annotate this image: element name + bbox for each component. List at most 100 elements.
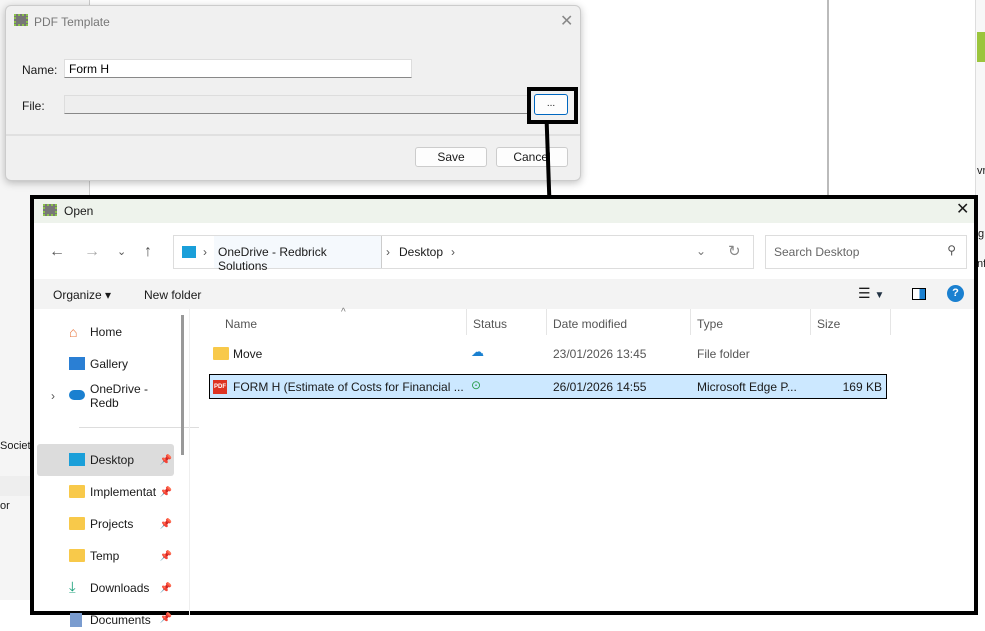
separator — [546, 309, 547, 335]
separator — [6, 134, 580, 136]
recent-chevron-icon[interactable]: ⌄ — [117, 245, 126, 258]
expand-chevron-icon[interactable]: › — [51, 389, 55, 403]
pane-divider — [189, 309, 190, 615]
nav-item-temp[interactable]: Temp 📌 — [37, 540, 174, 572]
nav-label: Downloads — [90, 581, 150, 595]
file-size: 169 KB — [842, 380, 882, 394]
help-icon[interactable]: ? — [947, 285, 964, 302]
organize-button[interactable]: Organize ▾ — [53, 288, 111, 302]
documents-icon — [70, 613, 82, 627]
cancel-button[interactable]: Cancel — [496, 147, 568, 167]
up-icon[interactable]: ↑ — [144, 243, 152, 261]
column-type[interactable]: Type — [697, 317, 723, 331]
browse-button[interactable]: ... — [534, 94, 568, 115]
pdf-template-dialog: PDF Template ✕ Name: File: ... Save Canc… — [5, 5, 581, 181]
bg-text: g — [978, 228, 985, 240]
forward-icon[interactable]: → — [84, 243, 100, 261]
nav-item-desktop[interactable]: Desktop 📌 — [37, 444, 174, 476]
nav-label: Temp — [90, 549, 120, 563]
cloud-status-icon: ☁ — [471, 344, 484, 359]
file-type: File folder — [697, 347, 750, 361]
pin-icon[interactable]: 📌 — [160, 613, 172, 624]
pin-icon[interactable]: 📌 — [160, 487, 172, 498]
brand-bar — [977, 32, 985, 62]
nav-label: Home — [90, 325, 123, 339]
pin-icon[interactable]: 📌 — [160, 455, 172, 466]
column-status[interactable]: Status — [473, 317, 507, 331]
nav-item-documents[interactable]: Documents 📌 — [37, 605, 174, 631]
preview-pane-icon[interactable] — [912, 288, 926, 300]
chevron-down-icon[interactable]: ⌄ — [696, 244, 706, 258]
file-row[interactable]: Move ☁ 23/01/2026 13:45 File folder — [209, 341, 887, 366]
separator — [466, 309, 467, 335]
pin-icon[interactable]: 📌 — [160, 519, 172, 530]
download-icon: ⤓ — [69, 579, 76, 596]
back-icon[interactable]: ← — [49, 243, 65, 261]
chevron-right-icon: › — [386, 245, 390, 259]
pin-icon[interactable]: 📌 — [160, 583, 172, 594]
address-bar[interactable]: › OneDrive - Redbrick Solutions › Deskto… — [173, 235, 754, 273]
close-icon[interactable]: ✕ — [560, 11, 573, 31]
file-label: File: — [22, 99, 45, 113]
nav-label: Documents — [90, 613, 151, 627]
dialog-title: Open — [64, 204, 94, 218]
bg-strip — [0, 476, 30, 496]
separator — [890, 309, 891, 335]
nav-item-implementat[interactable]: Implementat 📌 — [37, 476, 174, 508]
nav-label: Implementat — [90, 485, 157, 499]
file-name: FORM H (Estimate of Costs for Financial … — [233, 380, 464, 394]
file-type: Microsoft Edge P... — [697, 380, 797, 394]
view-options-icon[interactable]: ☰ ▼ — [858, 285, 884, 302]
file-date: 23/01/2026 13:45 — [553, 347, 647, 361]
nav-item-onedrive[interactable]: › OneDrive - Redb — [37, 380, 174, 412]
scrollbar[interactable] — [181, 315, 184, 455]
file-row-selected[interactable]: PDF FORM H (Estimate of Costs for Financ… — [209, 374, 887, 399]
toolbar: Organize ▾ New folder ☰ ▼ ? — [34, 279, 974, 309]
nav-label: Desktop — [90, 453, 135, 467]
title-bar: Open ✕ — [34, 199, 974, 223]
search-input[interactable]: Search Desktop ⚲ — [765, 235, 967, 269]
file-name: Move — [233, 347, 263, 361]
app-logo-icon — [43, 204, 57, 216]
nav-item-projects[interactable]: Projects 📌 — [37, 508, 174, 540]
separator — [690, 309, 691, 335]
close-icon[interactable]: ✕ — [956, 199, 969, 219]
pin-icon[interactable]: 📌 — [160, 551, 172, 562]
column-name[interactable]: Name — [225, 317, 257, 331]
nav-item-home[interactable]: ⌂ Home — [37, 316, 174, 348]
column-date[interactable]: Date modified — [553, 317, 627, 331]
organize-label: Organize — [53, 288, 102, 302]
separator — [810, 309, 811, 335]
folder-icon — [69, 549, 85, 562]
breadcrumb-onedrive[interactable]: OneDrive - Redbrick Solutions — [214, 236, 382, 273]
nav-label: Gallery — [90, 357, 129, 371]
folder-icon — [213, 347, 229, 360]
folder-icon — [69, 485, 85, 498]
refresh-icon[interactable]: ↻ — [728, 242, 741, 260]
home-icon: ⌂ — [69, 324, 78, 340]
navigation-pane: ⌂ Home Gallery › OneDrive - Redb Desktop 📌 … — [34, 309, 199, 615]
nav-label: OneDrive - Redb — [90, 382, 149, 410]
chevron-right-icon: › — [451, 245, 455, 259]
nav-label: Projects — [90, 517, 134, 531]
new-folder-button[interactable]: New folder — [144, 288, 201, 302]
folder-icon — [69, 517, 85, 530]
dialog-title: PDF Template — [34, 15, 110, 29]
file-date: 26/01/2026 14:55 — [553, 380, 647, 394]
name-input[interactable] — [64, 59, 412, 78]
name-label: Name: — [22, 63, 58, 77]
column-size[interactable]: Size — [817, 317, 840, 331]
breadcrumb-desktop[interactable]: Desktop — [399, 245, 443, 259]
bg-text: or — [0, 500, 10, 512]
bg-text: vr — [977, 165, 985, 177]
chevron-right-icon: › — [203, 245, 207, 259]
sort-icon: ^ — [341, 307, 346, 318]
divider — [827, 0, 829, 195]
nav-item-gallery[interactable]: Gallery — [37, 348, 174, 380]
pdf-icon: PDF — [213, 380, 227, 394]
file-input[interactable] — [64, 95, 528, 114]
save-button[interactable]: Save — [415, 147, 487, 167]
cloud-icon — [69, 390, 85, 400]
search-icon: ⚲ — [947, 243, 956, 257]
nav-item-downloads[interactable]: ⤓ Downloads 📌 — [37, 572, 174, 604]
